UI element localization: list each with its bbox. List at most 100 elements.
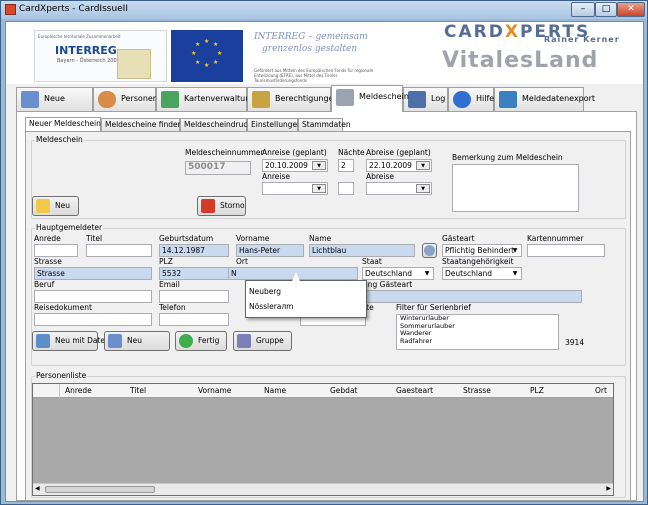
- tab-hilfe[interactable]: Hilfe: [448, 87, 494, 111]
- company-name: Rainer Kerner: [544, 35, 620, 44]
- suggestion-item[interactable]: Neuberg: [249, 287, 281, 296]
- label-titel: Titel: [86, 234, 103, 243]
- scroll-left-icon[interactable]: ◀: [35, 485, 40, 492]
- label-geburtsdatum: Geburtsdatum: [159, 234, 214, 243]
- vitalesland-logo: VitalesLand: [442, 48, 599, 73]
- chevron-down-icon: ▼: [424, 270, 430, 277]
- tab-meldeschein[interactable]: Meldeschein: [331, 85, 409, 112]
- naechte-field[interactable]: 2: [338, 159, 354, 172]
- neu-meldeschein-button[interactable]: Neu: [32, 196, 79, 216]
- label-abreise-geplant: Abreise (geplant): [366, 148, 431, 157]
- tab-berechtigungen[interactable]: Berechtigungen: [247, 87, 339, 111]
- horizontal-scrollbar[interactable]: ◀ ▶: [33, 483, 613, 495]
- fertig-button[interactable]: Fertig: [175, 331, 227, 351]
- ort-suggestion-popup: Neuberg Nösslerалm: [245, 280, 367, 318]
- column-header-ort[interactable]: Ort: [595, 386, 607, 395]
- column-header-vorname[interactable]: Vorname: [198, 386, 231, 395]
- personen-grid[interactable]: Anrede Titel Vorname Name Gebdat Gaestea…: [32, 383, 614, 496]
- tab-neue-karten[interactable]: Neue Karten: [16, 87, 93, 125]
- close-button[interactable]: ✕: [617, 2, 645, 17]
- anreise-geplant-datepicker[interactable]: 20.10.2009 ▼: [262, 159, 328, 172]
- kartennummer-field[interactable]: [527, 244, 605, 257]
- column-header-gaesteart[interactable]: Gaesteart: [396, 386, 433, 395]
- staatsangehoerigkeit-dropdown[interactable]: Deutschland ▼: [442, 267, 522, 280]
- column-header-name[interactable]: Name: [264, 386, 286, 395]
- reisedokument-field[interactable]: [34, 313, 152, 326]
- suggestion-item[interactable]: Nösslerалm: [249, 302, 294, 311]
- banner: Europäische territoriale Zusammenarbeit …: [6, 22, 643, 84]
- slogan-line-2: grenzenlos gestalten: [262, 44, 358, 54]
- label-kartennummer: Kartennummer: [527, 234, 584, 243]
- search-icon: [424, 245, 435, 256]
- interreg-title: INTERREG: [55, 44, 117, 57]
- neu-person-button[interactable]: Neu: [104, 331, 170, 351]
- tab-stammdaten[interactable]: Stammdaten: [298, 118, 351, 131]
- client-area: Europäische territoriale Zusammenarbeit …: [5, 21, 644, 502]
- bemerkung-textarea[interactable]: [452, 164, 579, 212]
- calendar-icon[interactable]: ▼: [312, 161, 326, 170]
- abreise-datepicker[interactable]: ▼: [366, 182, 432, 195]
- name-field[interactable]: Lichtblau: [309, 244, 415, 257]
- column-header-plz[interactable]: PLZ: [530, 386, 544, 395]
- vorname-field[interactable]: Hans-Peter: [236, 244, 304, 257]
- column-header-gebdat[interactable]: Gebdat: [330, 386, 357, 395]
- naechte-field-2[interactable]: [338, 182, 354, 195]
- tab-personen[interactable]: Personen: [93, 87, 158, 111]
- anreise-datepicker[interactable]: ▼: [262, 182, 328, 195]
- beruf-field[interactable]: [34, 290, 152, 303]
- plz-field[interactable]: 5532: [159, 267, 229, 280]
- list-item[interactable]: Radfahrer: [397, 337, 558, 346]
- maximize-button[interactable]: □: [595, 2, 617, 17]
- key-icon: [252, 91, 270, 108]
- gaesteart-dropdown[interactable]: Pflichtig Behindert ▼: [442, 244, 522, 257]
- email-field[interactable]: [159, 290, 229, 303]
- checkmark-icon: [179, 334, 193, 348]
- anrede-field[interactable]: [34, 244, 78, 257]
- neu-mit-daten-button[interactable]: Neu mit Daten: [32, 331, 110, 351]
- export-icon: [499, 91, 517, 108]
- column-header-strasse[interactable]: Strasse: [463, 386, 491, 395]
- tab-neuer-meldeschein[interactable]: Neuer Meldeschein: [25, 117, 101, 131]
- abreise-geplant-datepicker[interactable]: 22.10.2009 ▼: [366, 159, 432, 172]
- label-strasse: Strasse: [34, 257, 62, 266]
- column-header-titel[interactable]: Titel: [130, 386, 146, 395]
- staat-dropdown[interactable]: Deutschland ▼: [362, 267, 434, 280]
- label-telefon: Telefon: [159, 303, 186, 312]
- chevron-down-icon: ▼: [512, 247, 518, 254]
- titel-field[interactable]: [86, 244, 152, 257]
- tab-meldedatenexport[interactable]: Meldedatenexport: [494, 87, 595, 111]
- search-person-button[interactable]: [422, 243, 437, 258]
- telefon-field[interactable]: [159, 313, 229, 326]
- new-icon: [36, 199, 50, 213]
- calendar-icon[interactable]: ▼: [416, 184, 430, 193]
- title-bar[interactable]: CardXperts - CardIssueII – □ ✕: [1, 1, 647, 19]
- minimize-button[interactable]: –: [571, 2, 595, 17]
- clipboard-icon: [408, 91, 426, 108]
- label-beruf: Beruf: [34, 280, 55, 289]
- tab-einstellungen[interactable]: Einstellungen: [247, 118, 302, 131]
- filter-serienbrief-listbox[interactable]: Winterurlauber Sommerurlauber Wanderer R…: [396, 314, 559, 350]
- calendar-icon[interactable]: ▼: [312, 184, 326, 193]
- label-anreise-geplant: Anreise (geplant): [262, 148, 327, 157]
- calendar-icon[interactable]: ▼: [416, 161, 430, 170]
- cancel-icon: [201, 199, 215, 213]
- tab-meldescheine-finden[interactable]: Meldescheine finden: [101, 118, 182, 131]
- tab-kartenverwaltung[interactable]: Kartenverwaltung: [156, 87, 255, 111]
- tab-meldescheindruck[interactable]: Meldescheindruck: [180, 118, 252, 131]
- card-admin-icon: [161, 91, 179, 108]
- scrollbar-thumb[interactable]: [45, 486, 155, 493]
- storno-button[interactable]: Storno: [197, 196, 246, 216]
- geburtsdatum-field[interactable]: 14.12.1987: [159, 244, 229, 257]
- new-person-icon: [108, 334, 122, 348]
- grid-header: Anrede Titel Vorname Name Gebdat Gaestea…: [33, 384, 613, 398]
- label-filter-serienbrief: Filter für Serienbrief: [396, 303, 471, 312]
- scroll-right-icon[interactable]: ▶: [606, 485, 611, 492]
- strasse-field[interactable]: Strasse: [34, 267, 152, 280]
- label-ort: Ort: [236, 257, 248, 266]
- column-header-anrede[interactable]: Anrede: [65, 386, 92, 395]
- verbindung-gaesteart-field[interactable]: [356, 290, 582, 303]
- group-label: Hauptgemeldeter: [35, 223, 104, 232]
- gruppe-button[interactable]: Gruppe: [233, 331, 292, 351]
- meldescheinnummer-field[interactable]: 500017: [185, 161, 251, 175]
- tab-log[interactable]: Log: [403, 87, 448, 111]
